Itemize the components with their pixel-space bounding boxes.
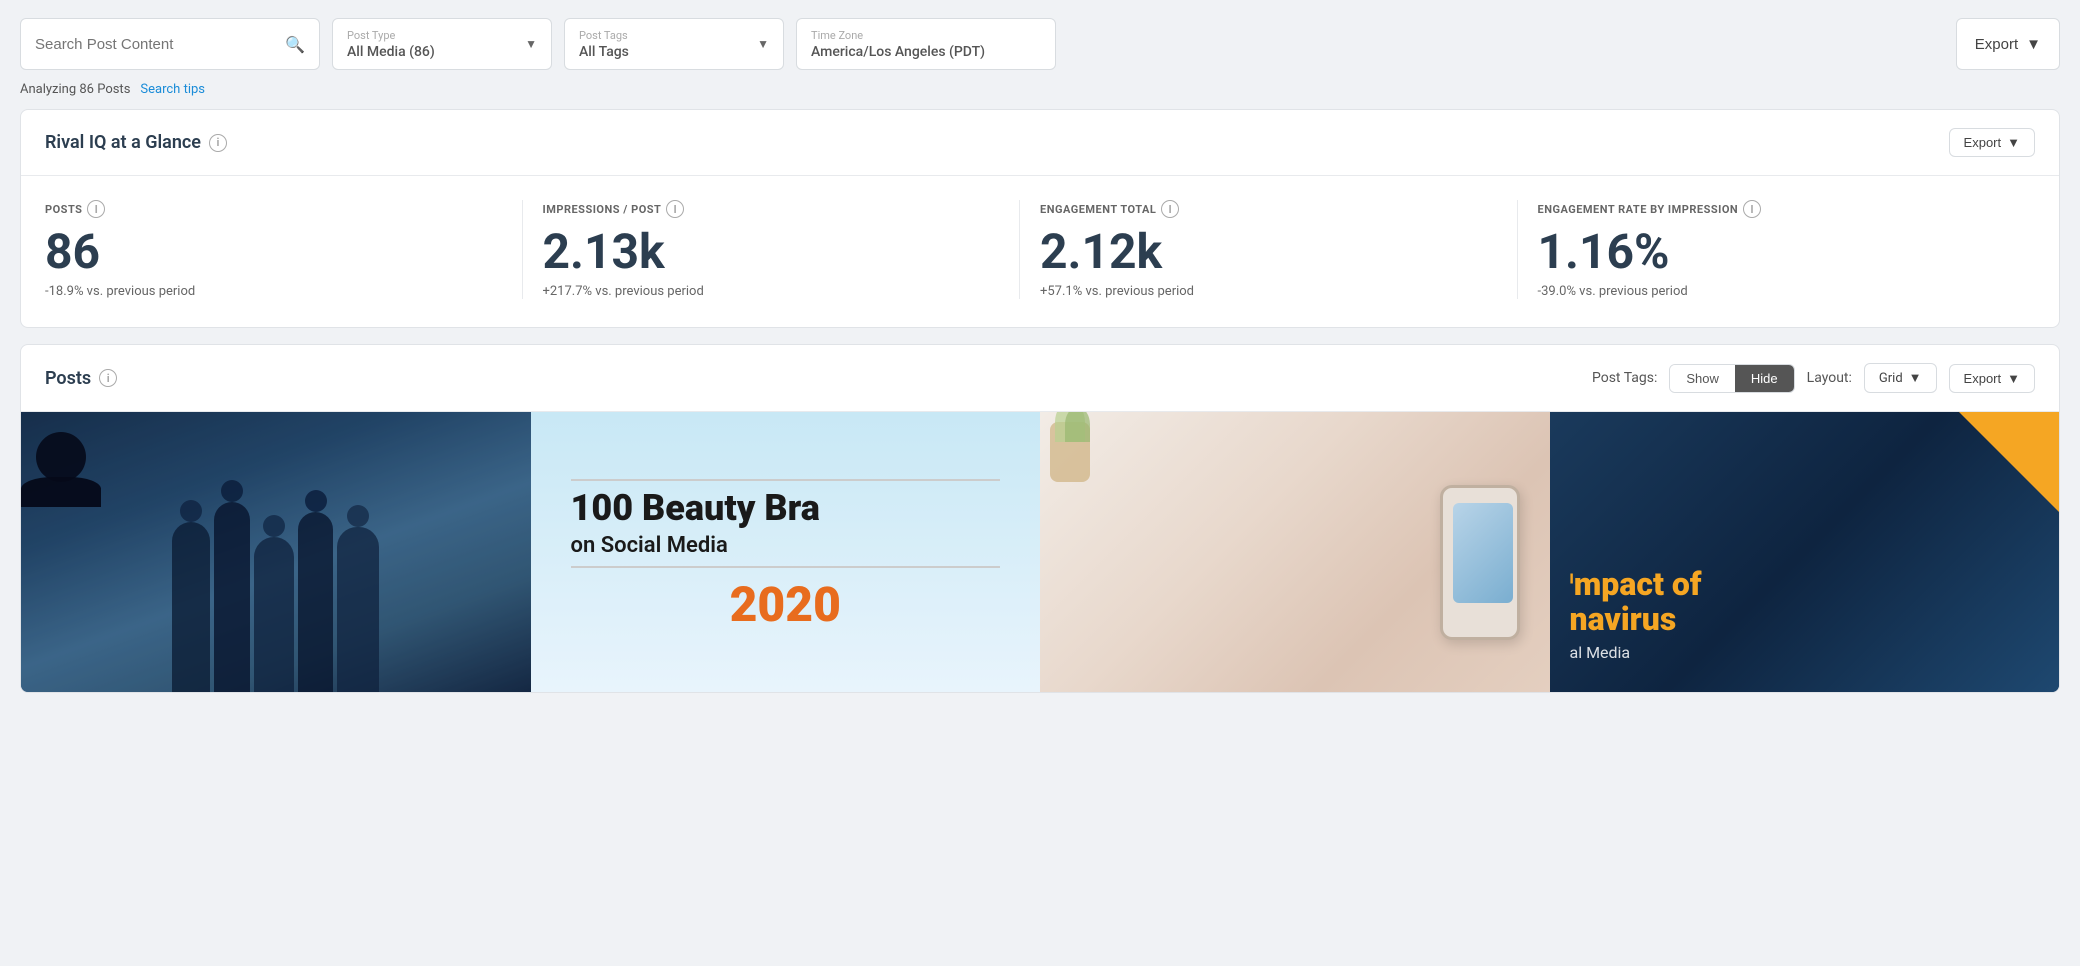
post-card-4[interactable]: Impact of navirus al Media: [1550, 412, 2060, 692]
chevron-down-icon-4: ▼: [2007, 135, 2020, 150]
timezone-label: Time Zone: [811, 29, 985, 42]
post-4-accent-triangle: [1959, 412, 2059, 512]
layout-dropdown[interactable]: Grid ▼: [1864, 363, 1937, 393]
post-tags-value: All Tags: [579, 44, 629, 60]
stat-posts-label: POSTS: [45, 203, 82, 216]
post-card-2[interactable]: 100 Beauty Bra on Social Media 2020: [531, 412, 1041, 692]
stat-impressions-info-icon[interactable]: i: [666, 200, 684, 218]
stat-impressions-label: IMPRESSIONS / POST: [543, 203, 662, 216]
search-box[interactable]: 🔍: [20, 18, 320, 70]
posts-card: Posts i Post Tags: Show Hide Layout: Gri…: [20, 344, 2060, 693]
posts-title-text: Posts: [45, 368, 91, 389]
chevron-down-icon-6: ▼: [2007, 371, 2020, 386]
post-tags-label: Post Tags: [579, 29, 629, 42]
glance-export-label: Export: [1964, 135, 2002, 150]
stat-impressions-change: +217.7% vs. previous period: [543, 284, 1000, 299]
post-2-subtitle: on Social Media: [571, 533, 1001, 558]
glance-export-button[interactable]: Export ▼: [1949, 128, 2035, 157]
search-icon: 🔍: [285, 35, 305, 54]
post-card-1[interactable]: [21, 412, 531, 692]
show-toggle-button[interactable]: Show: [1670, 365, 1735, 392]
posts-export-button[interactable]: Export ▼: [1949, 364, 2035, 393]
stat-engagement-rate-value: 1.16%: [1538, 228, 2016, 276]
stat-engagement-total: ENGAGEMENT TOTAL i 2.12k +57.1% vs. prev…: [1040, 200, 1518, 299]
post-card-3[interactable]: [1040, 412, 1550, 692]
chevron-down-icon-2: ▼: [757, 37, 769, 51]
export-label: Export: [1975, 36, 2018, 53]
post-tags-toggle-group: Show Hide: [1669, 364, 1794, 393]
post-type-value: All Media (86): [347, 44, 435, 60]
export-button[interactable]: Export ▼: [1956, 18, 2060, 70]
post-4-text: Impact of navirus al Media: [1570, 567, 2040, 662]
stat-engagement-rate-label: ENGAGEMENT RATE BY IMPRESSION: [1538, 203, 1739, 216]
main-content: Rival IQ at a Glance i Export ▼ POSTS i …: [0, 109, 2080, 729]
search-input[interactable]: [35, 36, 285, 53]
stat-engagement-total-info-icon[interactable]: i: [1161, 200, 1179, 218]
stat-engagement-rate-change: -39.0% vs. previous period: [1538, 284, 2016, 299]
timezone-dropdown[interactable]: Time Zone America/Los Angeles (PDT): [796, 18, 1056, 70]
stat-engagement-total-value: 2.12k: [1040, 228, 1497, 276]
stat-engagement-total-label: ENGAGEMENT TOTAL: [1040, 203, 1156, 216]
posts-export-label: Export: [1964, 371, 2002, 386]
stats-grid: POSTS i 86 -18.9% vs. previous period IM…: [21, 176, 2059, 327]
timezone-value: America/Los Angeles (PDT): [811, 44, 985, 60]
posts-info-icon[interactable]: i: [99, 369, 117, 387]
glance-card-header: Rival IQ at a Glance i Export ▼: [21, 110, 2059, 176]
search-tips-link[interactable]: Search tips: [140, 82, 205, 97]
post-type-label: Post Type: [347, 29, 435, 42]
stat-impressions: IMPRESSIONS / POST i 2.13k +217.7% vs. p…: [543, 200, 1021, 299]
stat-engagement-total-change: +57.1% vs. previous period: [1040, 284, 1497, 299]
hide-toggle-button[interactable]: Hide: [1735, 365, 1794, 392]
stat-engagement-rate: ENGAGEMENT RATE BY IMPRESSION i 1.16% -3…: [1538, 200, 2036, 299]
chevron-down-icon-3: ▼: [2026, 36, 2041, 53]
stat-engagement-rate-info-icon[interactable]: i: [1743, 200, 1761, 218]
sub-toolbar: Analyzing 86 Posts Search tips: [0, 78, 2080, 109]
glance-card-title: Rival IQ at a Glance: [45, 132, 201, 153]
post-2-title: 100 Beauty Bra: [571, 489, 1001, 529]
chevron-down-icon-5: ▼: [1909, 370, 1922, 386]
toolbar: 🔍 Post Type All Media (86) ▼ Post Tags A…: [0, 0, 2080, 78]
chevron-down-icon: ▼: [525, 37, 537, 51]
stat-posts-info-icon[interactable]: i: [87, 200, 105, 218]
posts-tags-label: Post Tags:: [1592, 370, 1657, 386]
stat-posts-value: 86: [45, 228, 502, 276]
post-tags-dropdown[interactable]: Post Tags All Tags ▼: [564, 18, 784, 70]
post-4-desc: al Media: [1570, 643, 2040, 662]
stat-impressions-value: 2.13k: [543, 228, 1000, 276]
glance-card: Rival IQ at a Glance i Export ▼ POSTS i …: [20, 109, 2060, 328]
posts-grid: 100 Beauty Bra on Social Media 2020: [21, 412, 2059, 692]
post-2-year: 2020: [571, 576, 1001, 633]
post-type-dropdown[interactable]: Post Type All Media (86) ▼: [332, 18, 552, 70]
stat-posts: POSTS i 86 -18.9% vs. previous period: [45, 200, 523, 299]
glance-info-icon[interactable]: i: [209, 134, 227, 152]
posts-controls: Post Tags: Show Hide Layout: Grid ▼ Expo…: [1592, 363, 2035, 393]
stat-posts-change: -18.9% vs. previous period: [45, 284, 502, 299]
layout-label: Layout:: [1807, 370, 1852, 386]
analyzing-text: Analyzing 86 Posts: [20, 82, 130, 97]
posts-card-header: Posts i Post Tags: Show Hide Layout: Gri…: [21, 345, 2059, 411]
layout-value: Grid: [1879, 371, 1903, 386]
